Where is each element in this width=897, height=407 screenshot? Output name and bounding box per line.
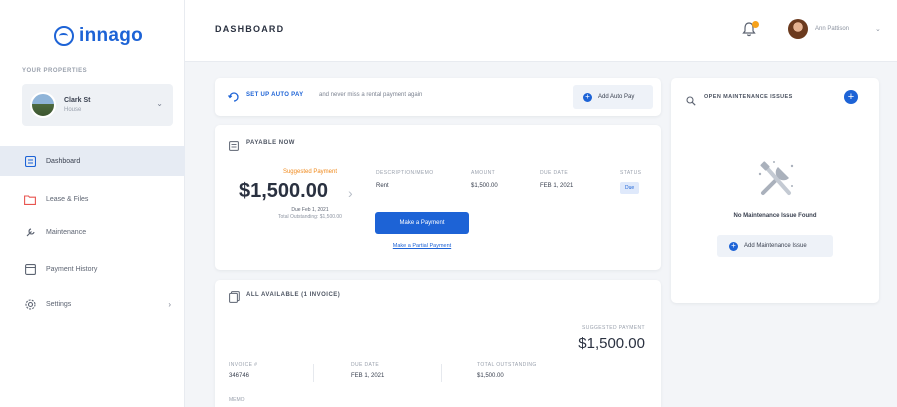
sidebar-item-label: Maintenance bbox=[46, 228, 87, 236]
autopay-text: and never miss a rental payment again bbox=[319, 92, 423, 98]
wrench-icon bbox=[24, 226, 36, 238]
suggested-payment-label: SUGGESTED PAYMENT bbox=[581, 325, 645, 331]
maintenance-card: OPEN MAINTENANCE ISSUES + No Maintenance… bbox=[671, 78, 879, 303]
folder-icon bbox=[24, 193, 36, 205]
partial-payment-link[interactable]: Make a Partial Payment bbox=[375, 243, 469, 249]
invoice-stack-icon bbox=[229, 290, 240, 308]
autopay-banner: SET UP AUTO PAY and never miss a rental … bbox=[215, 78, 661, 116]
button-label: Add Maintenance Issue bbox=[744, 243, 807, 249]
notification-button[interactable] bbox=[742, 21, 759, 38]
column-header: DUE DATE bbox=[540, 170, 569, 176]
invoice-icon bbox=[229, 138, 239, 156]
sidebar-item-label: Settings bbox=[46, 300, 72, 308]
autopay-title: SET UP AUTO PAY bbox=[246, 92, 304, 98]
invoice-outstanding-column: TOTAL OUTSTANDING $1,500.00 bbox=[477, 362, 537, 379]
total-outstanding-text: Total Outstanding: $1,500.00 bbox=[278, 214, 342, 220]
add-maintenance-issue-button[interactable]: Add Maintenance Issue bbox=[717, 235, 833, 257]
suggested-amount: $1,500.00 bbox=[578, 335, 645, 352]
column-value: 346746 bbox=[229, 373, 250, 379]
autopay-icon bbox=[228, 90, 240, 108]
column-header: DESCRIPTION/MEMO bbox=[376, 170, 434, 176]
suggested-payment-label: Suggested Payment bbox=[282, 169, 338, 175]
sidebar-item-maintenance[interactable]: Maintenance bbox=[0, 217, 185, 247]
all-available-card: ALL AVAILABLE (1 INVOICE) SUGGESTED PAYM… bbox=[215, 280, 661, 407]
payment-amount: $1,500.00 bbox=[239, 180, 328, 202]
innago-logo-icon bbox=[54, 26, 74, 46]
chevron-down-icon: ⌄ bbox=[156, 99, 163, 108]
search-icon bbox=[686, 93, 696, 111]
property-photo bbox=[30, 92, 56, 118]
due-date-text: Due Feb 1, 2021 bbox=[291, 207, 329, 213]
user-name[interactable]: Ann Pattison bbox=[815, 26, 849, 32]
top-header: DASHBOARD Ann Pattison ⌄ bbox=[185, 0, 897, 62]
sidebar-item-dashboard[interactable]: Dashboard bbox=[0, 146, 185, 176]
chevron-down-icon[interactable]: ⌄ bbox=[875, 25, 881, 33]
amount-column: AMOUNT $1,500.00 bbox=[471, 170, 498, 189]
gear-icon bbox=[24, 298, 36, 310]
make-payment-button[interactable]: Make a Payment bbox=[375, 212, 469, 234]
sidebar: innago YOUR PROPERTIES Clark St House ⌄ … bbox=[0, 0, 185, 407]
column-header: AMOUNT bbox=[471, 170, 496, 176]
property-type: House bbox=[64, 107, 82, 113]
status-column: STATUS Due bbox=[620, 170, 641, 194]
payable-now-card: PAYABLE NOW Suggested Payment $1,500.00 … bbox=[215, 125, 661, 270]
sidebar-item-label: Lease & Files bbox=[46, 195, 89, 203]
column-header: STATUS bbox=[620, 170, 642, 176]
chevron-right-icon: › bbox=[168, 299, 171, 309]
sidebar-item-label: Dashboard bbox=[46, 157, 81, 165]
dashboard-icon bbox=[24, 155, 36, 167]
column-header: TOTAL OUTSTANDING bbox=[477, 362, 537, 368]
all-available-title: ALL AVAILABLE (1 INVOICE) bbox=[246, 292, 341, 298]
payable-now-title: PAYABLE NOW bbox=[246, 140, 295, 146]
column-value: FEB 1, 2021 bbox=[351, 373, 385, 379]
description-column: DESCRIPTION/MEMO Rent bbox=[376, 170, 434, 189]
page-title: DASHBOARD bbox=[215, 24, 285, 34]
chevron-right-icon[interactable]: › bbox=[348, 185, 353, 201]
empty-state-text: No Maintenance Issue Found bbox=[733, 213, 817, 219]
plus-circle-icon bbox=[729, 241, 738, 251]
properties-title: YOUR PROPERTIES bbox=[22, 68, 88, 74]
column-header: INVOICE # bbox=[229, 362, 258, 368]
column-value: Rent bbox=[376, 183, 389, 189]
add-maintenance-icon-button[interactable]: + bbox=[844, 90, 858, 104]
invoice-number-column: INVOICE # 346746 bbox=[229, 362, 257, 379]
column-divider bbox=[441, 364, 442, 382]
property-name: Clark St bbox=[64, 97, 91, 104]
due-date-column: DUE DATE FEB 1, 2021 bbox=[540, 170, 573, 189]
maintenance-title: OPEN MAINTENANCE ISSUES bbox=[704, 94, 793, 100]
user-avatar[interactable] bbox=[788, 19, 808, 39]
sidebar-item-lease-files[interactable]: Lease & Files bbox=[0, 184, 185, 214]
property-info: Clark St House bbox=[64, 97, 90, 113]
logo-text: innago bbox=[79, 25, 144, 46]
button-label: Add Auto Pay bbox=[598, 94, 635, 100]
column-value: $1,500.00 bbox=[477, 373, 504, 379]
column-value: FEB 1, 2021 bbox=[540, 183, 574, 189]
sidebar-item-label: Payment History bbox=[46, 265, 98, 273]
notification-badge bbox=[752, 21, 759, 28]
payment-history-icon bbox=[24, 263, 36, 275]
add-auto-pay-button[interactable]: Add Auto Pay bbox=[573, 85, 653, 109]
property-selector[interactable]: Clark St House ⌄ bbox=[22, 84, 173, 126]
tools-illustration-icon bbox=[758, 161, 794, 195]
column-header: DUE DATE bbox=[351, 362, 380, 368]
memo-label: MEMO bbox=[229, 397, 245, 403]
invoice-due-date-column: DUE DATE FEB 1, 2021 bbox=[351, 362, 384, 379]
column-divider bbox=[313, 364, 314, 382]
column-value: $1,500.00 bbox=[471, 183, 498, 189]
status-badge: Due bbox=[620, 182, 640, 194]
innago-logo[interactable]: innago bbox=[54, 24, 143, 48]
sidebar-item-settings[interactable]: Settings › bbox=[0, 289, 185, 319]
plus-circle-icon bbox=[583, 92, 592, 102]
sidebar-item-payment-history[interactable]: Payment History bbox=[0, 254, 185, 284]
